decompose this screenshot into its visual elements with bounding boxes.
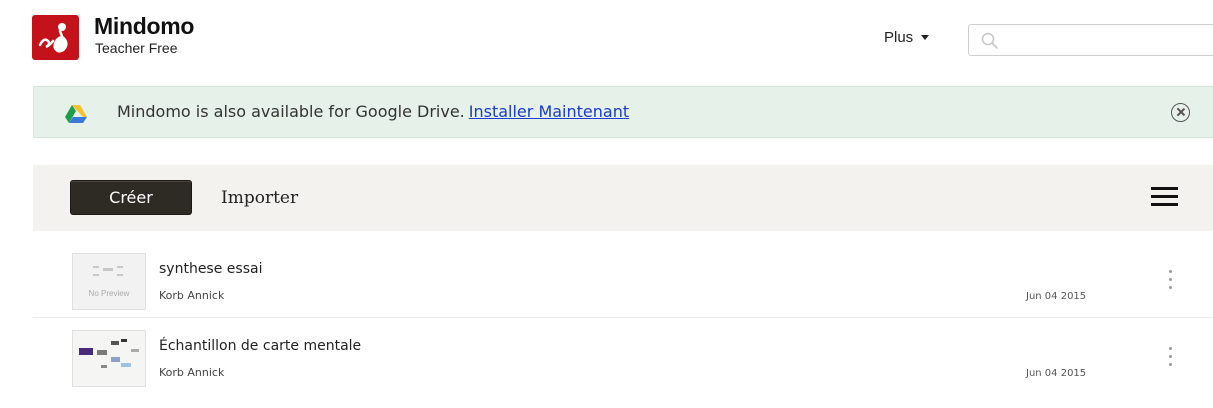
document-title[interactable]: synthese essai xyxy=(159,261,262,277)
mindomo-logo-icon[interactable] xyxy=(32,15,79,60)
import-button[interactable]: Importer xyxy=(221,188,298,208)
document-author: Korb Annick xyxy=(159,289,225,302)
google-drive-icon xyxy=(65,105,87,127)
document-date: Jun 04 2015 xyxy=(1026,368,1087,379)
google-drive-banner: Mindomo is also available for Google Dri… xyxy=(33,86,1213,138)
hamburger-menu-icon[interactable] xyxy=(1151,187,1178,207)
document-date: Jun 04 2015 xyxy=(1026,291,1087,302)
search-icon xyxy=(981,32,999,54)
kebab-menu-icon[interactable] xyxy=(1166,345,1176,369)
create-button[interactable]: Créer xyxy=(70,180,192,215)
thumbnail-label: No Preview xyxy=(88,289,130,298)
kebab-menu-icon[interactable] xyxy=(1166,268,1176,292)
top-bar: Mindomo Teacher Free Plus xyxy=(0,0,1213,76)
banner-text: Mindomo is also available for Google Dri… xyxy=(117,102,465,121)
document-thumbnail[interactable] xyxy=(72,330,146,387)
list-item[interactable]: No Preview synthese essai Korb Annick Ju… xyxy=(33,241,1213,318)
plus-menu-label: Plus xyxy=(884,29,914,46)
document-list: No Preview synthese essai Korb Annick Ju… xyxy=(33,241,1213,395)
document-thumbnail[interactable]: No Preview xyxy=(72,253,146,310)
document-author: Korb Annick xyxy=(159,366,225,379)
install-now-link[interactable]: Installer Maintenant xyxy=(469,102,629,121)
brand-plan: Teacher Free xyxy=(95,40,178,56)
list-item[interactable]: Échantillon de carte mentale Korb Annick… xyxy=(33,318,1213,395)
plus-menu-button[interactable]: Plus xyxy=(884,29,930,46)
banner-message: Mindomo is also available for Google Dri… xyxy=(117,102,629,121)
search-input[interactable] xyxy=(968,24,1213,56)
close-circle-icon[interactable] xyxy=(1171,103,1190,122)
document-title[interactable]: Échantillon de carte mentale xyxy=(159,338,361,354)
toolbar: Créer Importer xyxy=(33,165,1213,231)
brand-name: Mindomo xyxy=(94,13,195,39)
chevron-down-icon xyxy=(921,35,930,40)
